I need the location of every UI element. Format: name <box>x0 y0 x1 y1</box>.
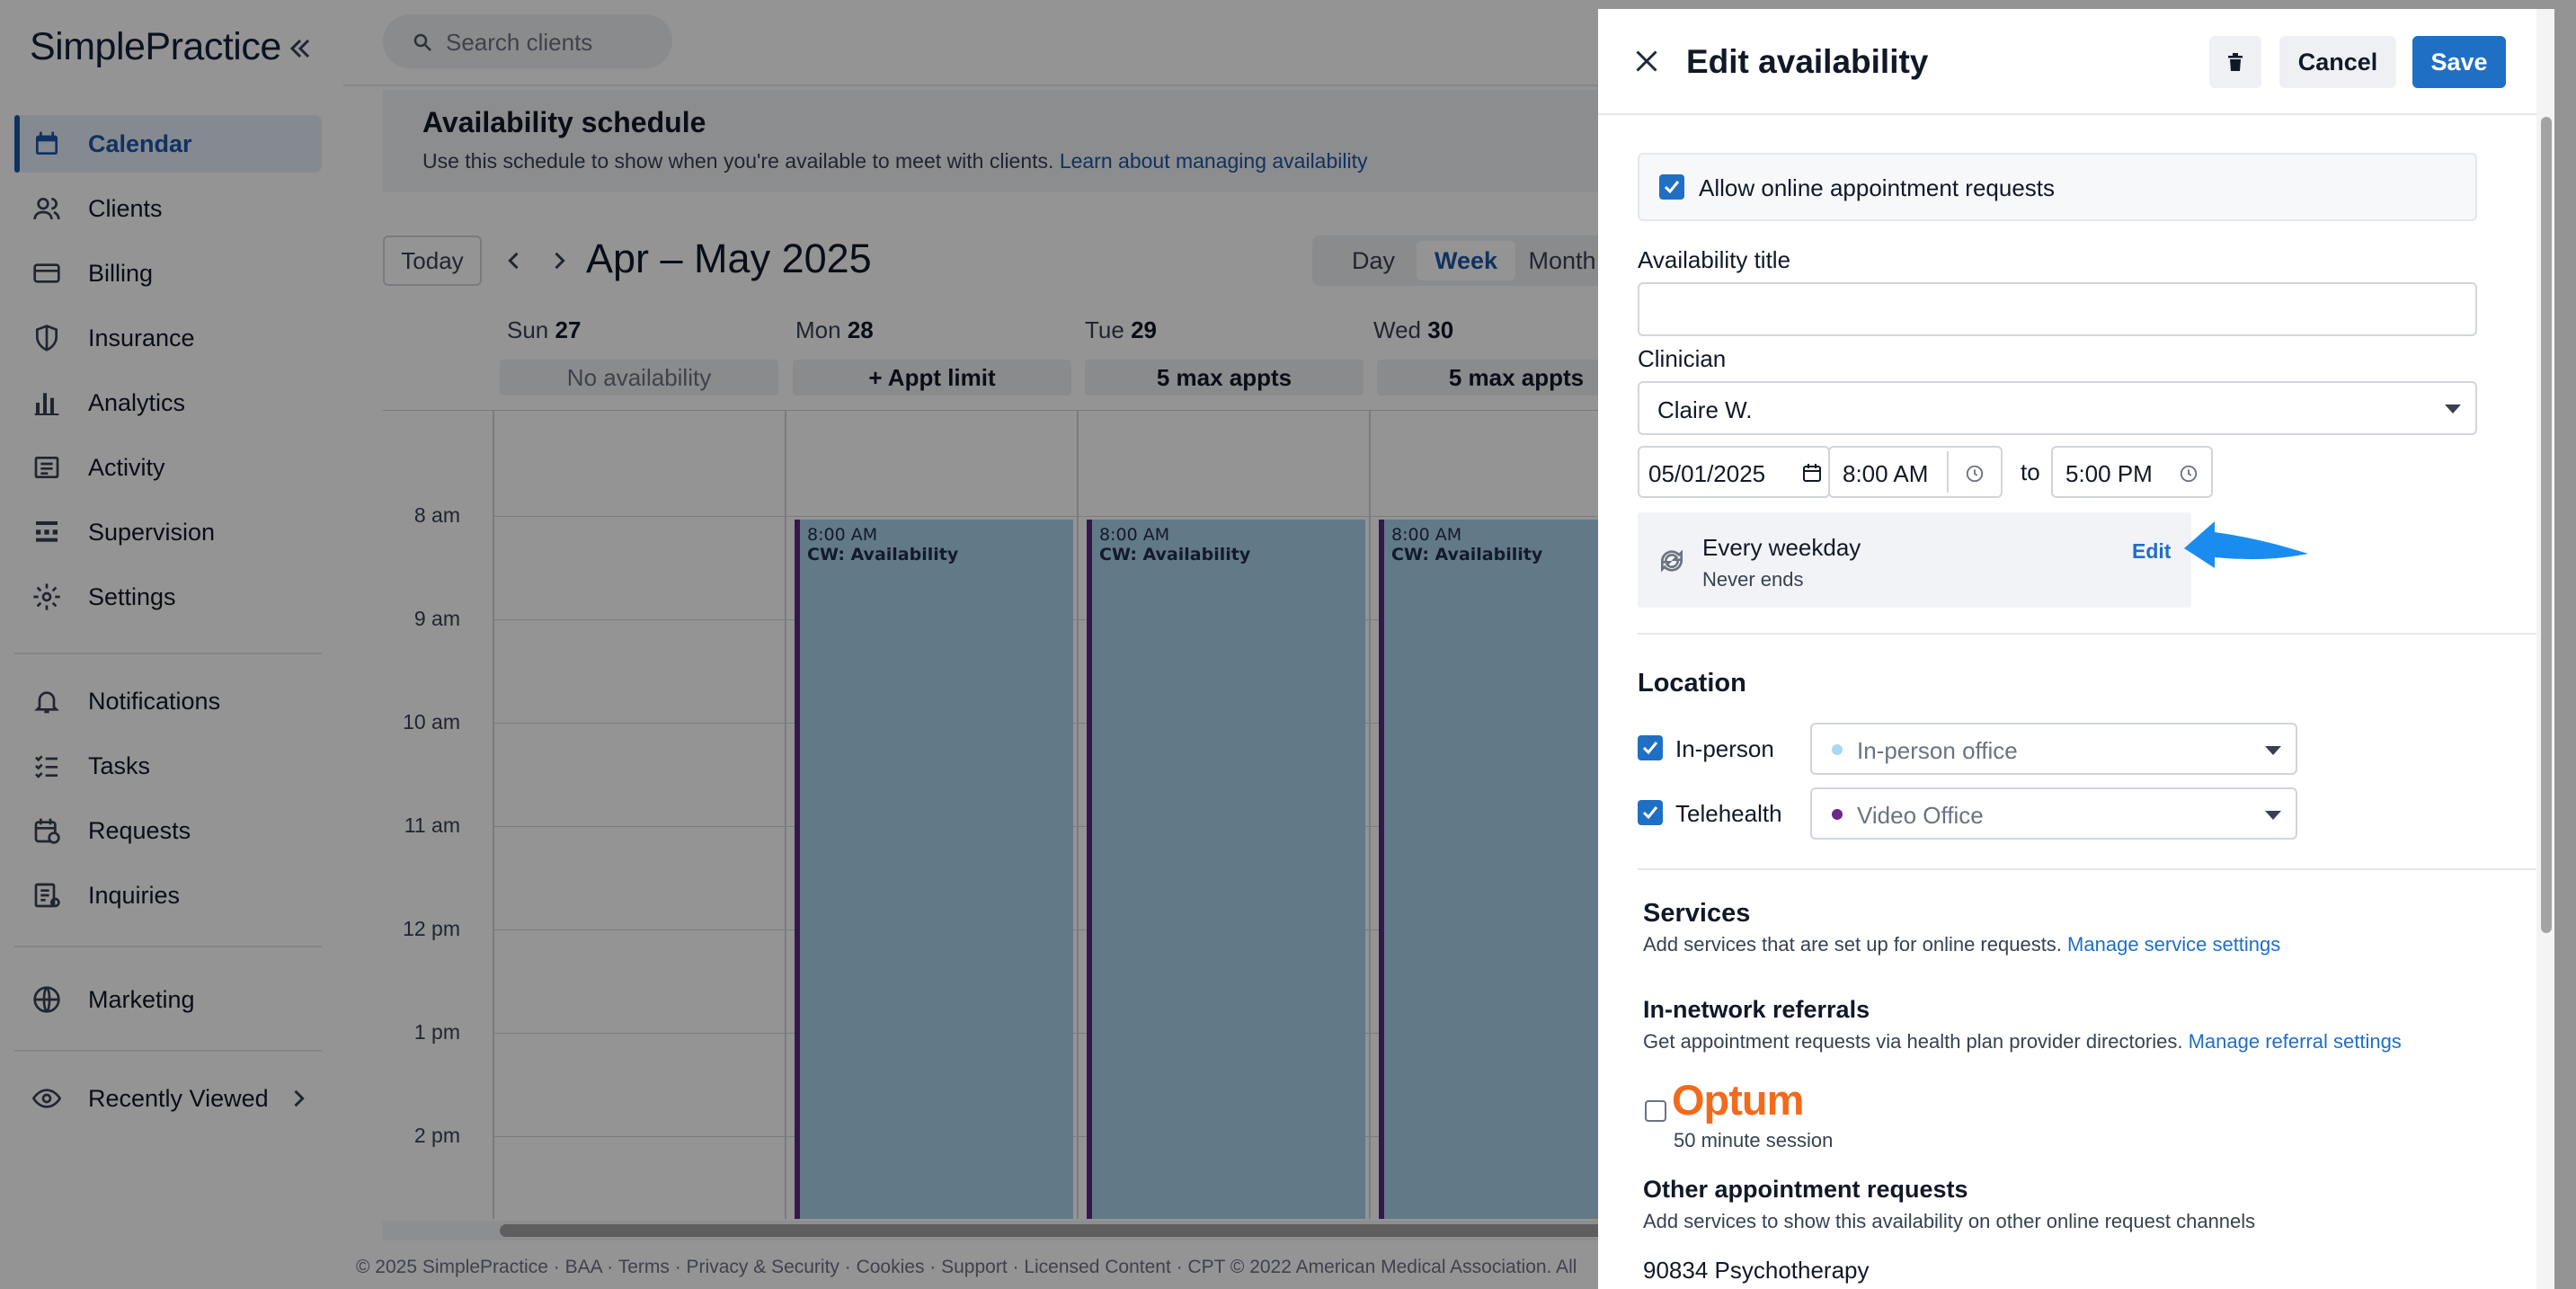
recurrence-end-text: Never ends <box>1702 568 1804 591</box>
date-input[interactable]: 05/01/2025 <box>1638 446 1830 498</box>
telehealth-checkbox[interactable] <box>1638 800 1663 825</box>
in-person-location-value: In-person office <box>1857 737 2018 764</box>
other-requests-desc: Add services to show this availability o… <box>1643 1210 2256 1232</box>
time-divider <box>1947 451 1949 493</box>
service-item-90834: 90834 Psychotherapy <box>1643 1257 1870 1284</box>
delete-button[interactable] <box>2209 36 2261 88</box>
availability-title-input[interactable] <box>1638 282 2477 336</box>
trash-icon <box>2228 53 2243 71</box>
optum-session-text: 50 minute session <box>1674 1129 1834 1151</box>
referrals-desc: Get appointment requests via health plan… <box>1643 1030 2402 1053</box>
vertical-scrollbar[interactable] <box>2541 117 2552 933</box>
clinician-value: Claire W. <box>1657 396 1753 423</box>
save-button[interactable]: Save <box>2412 36 2506 88</box>
optum-logo: Optum <box>1672 1076 1804 1124</box>
referrals-description: Get appointment requests via health plan… <box>1643 1030 2183 1053</box>
chevron-down-icon <box>2445 404 2461 413</box>
close-icon[interactable] <box>1630 45 1663 77</box>
chevron-down-icon <box>2265 746 2281 755</box>
location-color-dot <box>1832 809 1843 820</box>
clock-icon <box>2179 464 2198 484</box>
allow-online-requests-row[interactable]: Allow online appointment requests <box>1638 153 2477 221</box>
cancel-button[interactable]: Cancel <box>2279 36 2396 88</box>
calendar-picker-icon[interactable] <box>1801 462 1823 484</box>
services-title: Services <box>1643 899 1751 928</box>
services-desc: Add services that are set up for online … <box>1643 933 2280 956</box>
telehealth-location-select[interactable]: Video Office <box>1810 787 2297 840</box>
start-time-input[interactable]: 8:00 AM <box>1828 446 2003 498</box>
edit-recurrence-link[interactable]: Edit <box>2132 539 2171 564</box>
telehealth-label: Telehealth <box>1675 800 1782 827</box>
chevron-down-icon <box>2265 811 2281 820</box>
edit-availability-panel: Edit availability Cancel Save Allow onli… <box>1598 9 2554 1289</box>
start-time-value: 8:00 AM <box>1843 460 1929 487</box>
in-person-checkbox[interactable] <box>1638 735 1663 760</box>
allow-online-requests-checkbox[interactable] <box>1659 174 1684 200</box>
in-person-location-select[interactable]: In-person office <box>1810 723 2297 775</box>
pointer-arrow-icon <box>2184 521 2308 568</box>
clinician-label: Clinician <box>1638 345 1727 372</box>
end-time-input[interactable]: 5:00 PM <box>2051 446 2213 498</box>
date-value: 05/01/2025 <box>1648 460 1766 487</box>
location-color-dot <box>1832 744 1843 755</box>
availability-title-label: Availability title <box>1638 246 1791 273</box>
optum-checkbox[interactable] <box>1645 1100 1666 1122</box>
services-description: Add services that are set up for online … <box>1643 933 2062 956</box>
panel-divider <box>1598 113 2554 115</box>
other-requests-title: Other appointment requests <box>1643 1176 1968 1203</box>
clinician-select[interactable]: Claire W. <box>1638 381 2477 435</box>
telehealth-location-value: Video Office <box>1857 802 1984 829</box>
clock-icon <box>1965 464 1985 484</box>
recurrence-box: Every weekday Never ends Edit <box>1638 512 2191 608</box>
recurrence-text: Every weekday <box>1702 534 1861 561</box>
allow-online-requests-label: Allow online appointment requests <box>1699 174 2056 201</box>
repeat-icon <box>1657 547 1686 575</box>
to-label: to <box>2021 458 2040 485</box>
manage-referral-settings-link[interactable]: Manage referral settings <box>2189 1030 2402 1053</box>
end-time-value: 5:00 PM <box>2065 460 2153 487</box>
manage-service-settings-link[interactable]: Manage service settings <box>2067 933 2280 956</box>
location-title: Location <box>1638 669 1746 698</box>
panel-divider <box>1638 868 2536 870</box>
in-person-label: In-person <box>1675 735 1774 762</box>
panel-title: Edit availability <box>1686 43 1929 80</box>
referrals-title: In-network referrals <box>1643 996 1870 1023</box>
panel-divider <box>1638 633 2536 635</box>
